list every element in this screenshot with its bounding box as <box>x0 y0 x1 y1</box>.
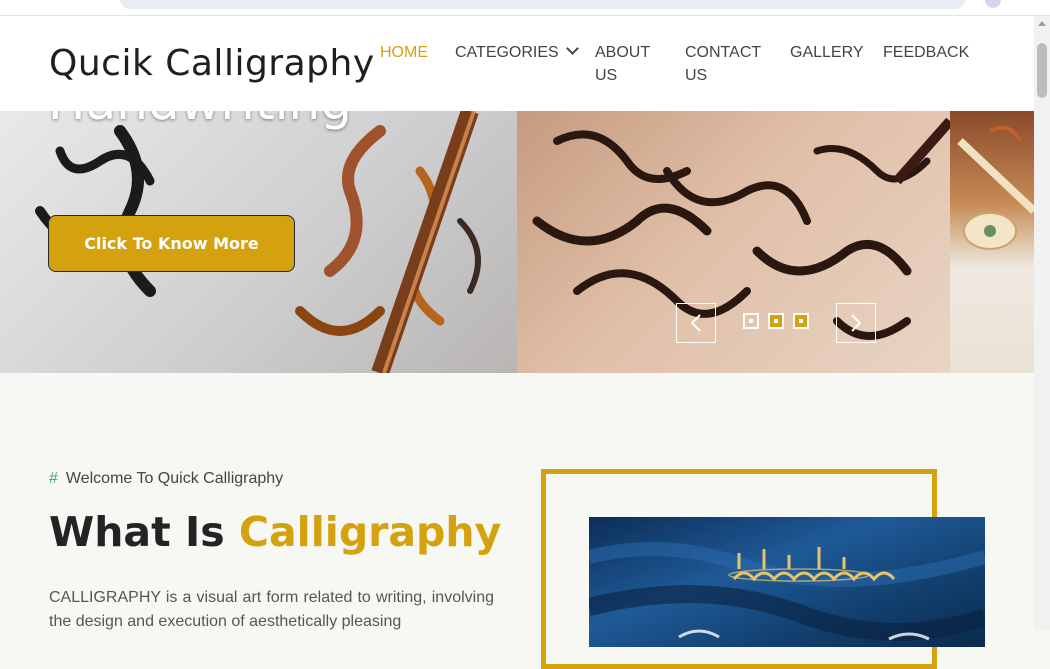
arrow-left-icon <box>690 314 701 332</box>
slider-next-button[interactable] <box>836 303 876 343</box>
hero-slide-image-calligraphy-pen: Handwriting Click To Know More <box>0 111 517 373</box>
slider-prev-button[interactable] <box>676 303 716 343</box>
nav-feedback[interactable]: FEEDBACK <box>883 41 969 64</box>
scrollbar-thumb[interactable] <box>1037 43 1047 98</box>
hero-slide-image-arabic-script <box>517 111 950 373</box>
nav-contact[interactable]: CONTACT US <box>685 41 765 87</box>
nav-categories[interactable]: CATEGORIES <box>455 41 579 64</box>
about-section: # Welcome To Quick Calligraphy What Is Ca… <box>49 470 501 634</box>
nav-about[interactable]: ABOUT US <box>595 41 665 87</box>
painting-artwork <box>589 542 985 641</box>
hero-title: Handwriting <box>48 111 352 131</box>
slider-dot-2[interactable] <box>768 313 784 329</box>
scroll-up-arrow-icon[interactable] <box>1038 21 1046 26</box>
nav-gallery[interactable]: GALLERY <box>790 41 864 64</box>
heading-accent: Calligraphy <box>238 508 502 556</box>
click-to-know-more-button[interactable]: Click To Know More <box>48 215 295 272</box>
slider-dot-1[interactable] <box>743 313 759 329</box>
hash-icon: # <box>49 470 58 487</box>
quill-artwork-image <box>957 125 1034 250</box>
calligraphy-painting-image <box>589 517 985 647</box>
site-header: Qucik Calligraphy HOME CATEGORIES ABOUT … <box>0 16 1034 111</box>
profile-avatar[interactable] <box>985 0 1001 8</box>
chevron-down-icon <box>565 42 579 55</box>
hero-slider: Handwriting Click To Know More <box>0 111 1034 373</box>
about-paragraph: CALLIGRAPHY is a visual art form related… <box>49 589 494 630</box>
slider-dot-3[interactable] <box>793 313 809 329</box>
page-scrollbar[interactable] <box>1034 16 1050 630</box>
site-logo[interactable]: Qucik Calligraphy <box>49 43 375 84</box>
section-kicker: # Welcome To Quick Calligraphy <box>49 470 494 488</box>
hero-slide-image-quills <box>950 111 1034 373</box>
browser-top-strip <box>0 0 1050 16</box>
address-bar[interactable] <box>120 0 965 9</box>
nav-categories-label: CATEGORIES <box>455 44 559 61</box>
heading-plain: What Is <box>49 508 225 556</box>
arabic-script-artwork-image <box>532 117 950 340</box>
section-heading: What Is Calligraphy <box>49 508 501 556</box>
nav-home[interactable]: HOME <box>380 41 428 64</box>
arrow-right-icon <box>851 314 862 332</box>
kicker-text: Welcome To Quick Calligraphy <box>65 470 284 487</box>
